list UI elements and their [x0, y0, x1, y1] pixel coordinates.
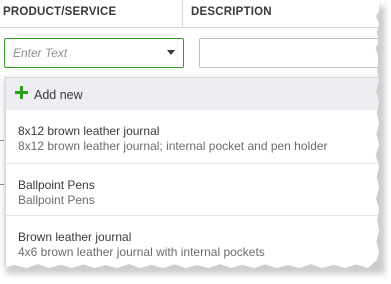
item-name: 8x12 brown leather journal	[18, 124, 160, 138]
product-dropdown-list: Add new 8x12 brown leather journal 8x12 …	[5, 77, 379, 268]
column-header-description[interactable]: DESCRIPTION	[191, 6, 272, 18]
description-input[interactable]	[199, 38, 379, 68]
item-description: Ballpoint Pens	[18, 193, 95, 207]
item-name: Brown leather journal	[18, 230, 132, 244]
row-marker	[0, 184, 4, 185]
list-item[interactable]: 8x12 brown leather journal 8x12 brown le…	[6, 110, 379, 164]
list-item[interactable]: Brown leather journal 4x6 brown leather …	[6, 216, 379, 268]
add-new-option[interactable]: Add new	[6, 78, 379, 110]
list-item[interactable]: Ballpoint Pens Ballpoint Pens	[6, 164, 379, 216]
chevron-down-icon[interactable]	[167, 50, 175, 55]
item-name: Ballpoint Pens	[18, 178, 95, 192]
item-description: 8x12 brown leather journal; internal poc…	[18, 139, 328, 153]
item-description: 4x6 brown leather journal with internal …	[18, 245, 265, 259]
column-divider	[182, 0, 183, 27]
plus-icon	[15, 86, 28, 99]
product-service-combobox[interactable]	[4, 38, 184, 68]
table-header: PRODUCT/SERVICE DESCRIPTION	[0, 0, 379, 28]
product-service-input[interactable]	[5, 39, 163, 67]
row-marker	[0, 140, 4, 141]
add-new-label: Add new	[34, 88, 83, 102]
column-header-product-service[interactable]: PRODUCT/SERVICE	[3, 6, 116, 18]
row-markers	[0, 74, 4, 268]
screenshot-frame: PRODUCT/SERVICE DESCRIPTION Add new 8x12…	[0, 0, 379, 268]
